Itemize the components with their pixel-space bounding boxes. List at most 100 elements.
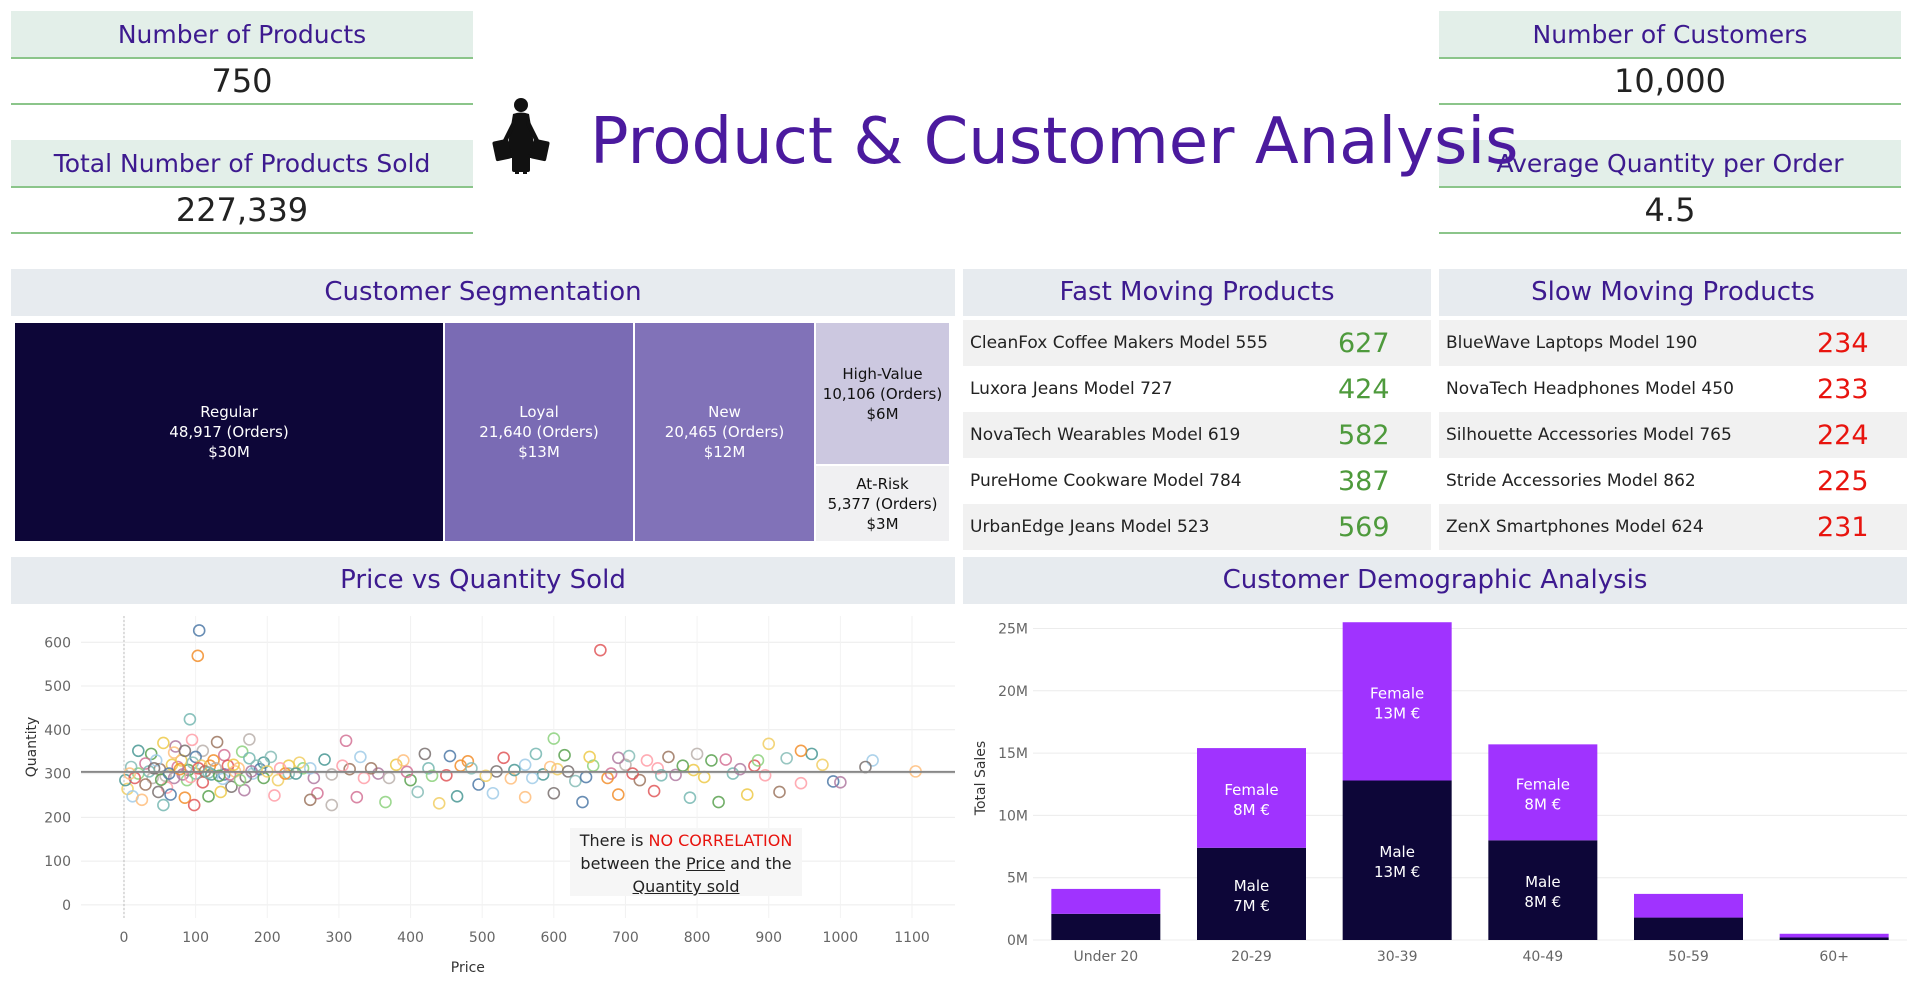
scatter-point [805, 747, 819, 761]
scatter-point [382, 771, 396, 785]
scatter-point [497, 751, 510, 765]
product-name: NovaTech Headphones Model 450 [1446, 379, 1734, 399]
x-tick-label: 400 [397, 930, 424, 946]
scatter-point [518, 758, 532, 772]
scatter-point [157, 736, 170, 750]
treemap-cell-loyal[interactable]: Loyal 21,640 (Orders) $13M [445, 323, 635, 543]
treemap-cell-new[interactable]: New 20,465 (Orders) $12M [635, 323, 816, 543]
scatter-point [432, 797, 446, 810]
scatter-point [794, 744, 808, 758]
list-item[interactable]: NovaTech Wearables Model 619 582 [963, 412, 1431, 458]
bar-data-label: Female [1370, 684, 1424, 702]
scatter-point [357, 771, 371, 785]
scatter-point [268, 789, 281, 802]
list-item[interactable]: UrbanEdge Jeans Model 523 569 [963, 504, 1431, 550]
scatter-point [866, 754, 879, 767]
scatter-point [318, 753, 331, 766]
x-tick-label: 20-29 [1231, 949, 1272, 965]
segment-orders: 5,377 (Orders) [827, 494, 938, 513]
segment-orders: 20,465 (Orders) [664, 423, 785, 441]
bar-data-label: Female [1516, 775, 1570, 793]
product-name: UrbanEdge Jeans Model 523 [970, 517, 1210, 537]
list-item[interactable]: BlueWave Laptops Model 190 234 [1439, 320, 1907, 366]
scatter-point [518, 790, 532, 804]
scatter-point [611, 751, 625, 765]
segment-sales: $12M [703, 443, 746, 461]
scatter-point [705, 754, 718, 767]
scatter-point [210, 735, 224, 749]
scatter-point [135, 793, 149, 807]
product-quantity: 224 [1817, 419, 1869, 451]
product-quantity: 569 [1338, 511, 1390, 543]
list-item[interactable]: Stride Accessories Model 862 225 [1439, 458, 1907, 504]
scatter-point [139, 778, 152, 791]
scatter-point [780, 751, 793, 765]
slow-moving-header: Slow Moving Products [1439, 269, 1907, 316]
y-tick-label: 20M [998, 684, 1028, 700]
list-item[interactable]: PureHome Cookware Model 784 387 [963, 458, 1431, 504]
note-text: and the [725, 854, 792, 873]
product-name: Stride Accessories Model 862 [1446, 471, 1696, 491]
scatter-point [662, 750, 675, 764]
scatter-point [178, 791, 192, 804]
scatter-point [647, 784, 661, 798]
scatter-point [235, 745, 249, 758]
treemap-cell-regular[interactable]: Regular 48,917 (Orders) $30M [15, 323, 445, 543]
bar-segment-female [1779, 933, 1889, 938]
scatter-point [187, 798, 201, 812]
bar-segment-female [1634, 893, 1743, 918]
x-tick-label: 100 [182, 930, 209, 946]
product-name: ZenX Smartphones Model 624 [1446, 517, 1704, 537]
note-quantity: Quantity sold [632, 877, 740, 896]
x-tick-label: 700 [612, 930, 639, 946]
kpi-value: 4.5 [1439, 188, 1901, 234]
segment-name: Regular [200, 403, 258, 421]
shopper-icon [492, 98, 550, 174]
list-item[interactable]: CleanFox Coffee Makers Model 555 627 [963, 320, 1431, 366]
price-vs-quantity-chart: 0 100 200 300 400 500 600 0 100 200 300 400 500 600 70… [24, 616, 955, 976]
scatter-point [243, 733, 256, 746]
kpi-total-products-sold: Total Number of Products Sold 227,339 [11, 140, 473, 234]
segmentation-treemap: Regular 48,917 (Orders) $30M Loyal 21,64… [15, 323, 951, 543]
bar-data-label: 8M € [1233, 801, 1270, 819]
segment-sales: $30M [208, 443, 250, 461]
treemap-cell-at-risk[interactable]: At-Risk 5,377 (Orders) $3M [816, 466, 951, 543]
list-item[interactable]: ZenX Smartphones Model 624 231 [1439, 504, 1907, 550]
bar-data-label: Male [1525, 873, 1561, 891]
dashboard-header: Product & Customer Analysis [486, 92, 1519, 192]
scatter-point [196, 744, 210, 758]
product-name: Silhouette Accessories Model 765 [1446, 425, 1732, 445]
product-quantity: 231 [1817, 511, 1869, 543]
y-tick-label: 10M [998, 808, 1028, 824]
segment-orders: 21,640 (Orders) [479, 423, 599, 441]
product-name: Luxora Jeans Model 727 [970, 379, 1173, 399]
segment-name: High-Value [842, 364, 923, 383]
y-tick-label: 0M [1007, 933, 1028, 949]
scatter-point [450, 790, 464, 803]
bar-segment-female [1051, 888, 1161, 914]
kpi-value: 750 [11, 59, 473, 105]
scatter-point [443, 749, 457, 763]
page-title: Product & Customer Analysis [590, 105, 1519, 179]
x-tick-label: 40-49 [1522, 949, 1563, 965]
correlation-annotation: There is NO CORRELATION between the Pric… [570, 828, 802, 896]
scatter-point [191, 649, 205, 663]
kpi-title: Number of Customers [1439, 11, 1901, 59]
x-tick-label: 500 [469, 930, 496, 946]
bar-data-label: 13M € [1374, 704, 1420, 722]
list-item[interactable]: Silhouette Accessories Model 765 224 [1439, 412, 1907, 458]
product-quantity: 233 [1817, 373, 1869, 405]
segment-sales: $3M [866, 514, 899, 533]
y-tick-label: 400 [44, 723, 71, 739]
bar-segment-male [1634, 917, 1743, 940]
scatter-point [152, 785, 165, 799]
kpi-title: Total Number of Products Sold [11, 140, 473, 188]
list-item[interactable]: NovaTech Headphones Model 450 233 [1439, 366, 1907, 412]
scatter-point [303, 793, 317, 807]
scatter-point [311, 786, 324, 800]
treemap-cell-high-value[interactable]: High-Value 10,106 (Orders) $6M [816, 323, 951, 466]
scatter-point [569, 774, 582, 788]
list-item[interactable]: Luxora Jeans Model 727 424 [963, 366, 1431, 412]
scatter-point [594, 643, 607, 657]
scatter-point [676, 759, 690, 772]
